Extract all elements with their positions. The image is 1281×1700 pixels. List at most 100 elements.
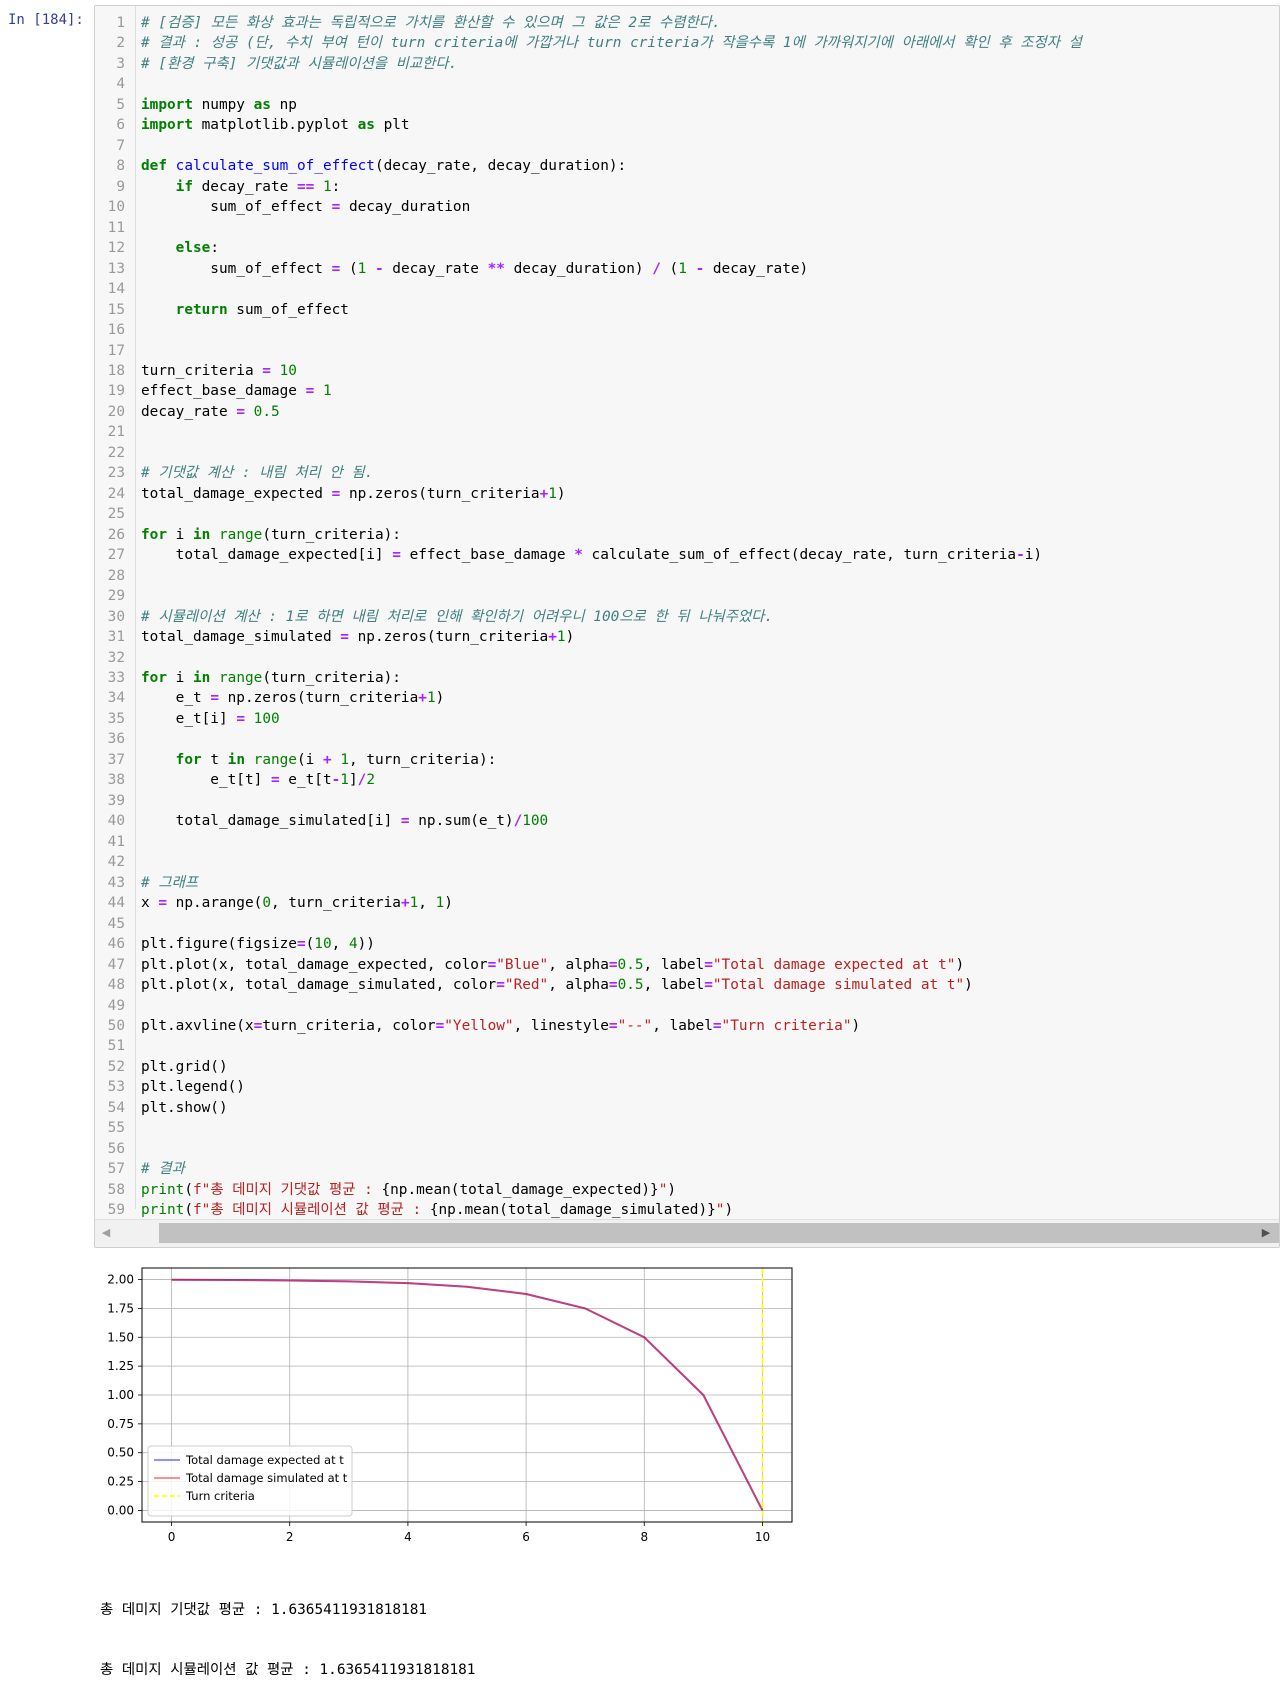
line-number: 42: [107, 854, 125, 871]
code-text: # 시뮬레이션 계산 : 1로 하면 내림 처리로 인해 확인하기 어려우니 1…: [141, 608, 774, 625]
cell-prompt: In [184]:: [8, 12, 84, 28]
code-line[interactable]: 13 sum_of_effect = (1 - decay_rate ** de…: [95, 259, 1279, 279]
code-line[interactable]: 4: [95, 74, 1279, 94]
line-number: 28: [107, 567, 125, 584]
code-line[interactable]: 55: [95, 1118, 1279, 1138]
code-line[interactable]: 48 plt.plot(x, total_damage_simulated, co…: [95, 975, 1279, 995]
scroll-left-icon[interactable]: ◀: [99, 1225, 113, 1241]
code-line[interactable]: 8 def calculate_sum_of_effect(decay_rate,…: [95, 156, 1279, 176]
code-line[interactable]: 28: [95, 566, 1279, 586]
code-line[interactable]: 22: [95, 443, 1279, 463]
line-number: 1: [116, 15, 125, 31]
code-line[interactable]: 38 e_t[t] = e_t[t-1]/2: [95, 770, 1279, 790]
line-number: 56: [107, 1140, 125, 1157]
code-line[interactable]: 15 return sum_of_effect: [95, 300, 1279, 320]
code-line[interactable]: 43 # 그래프: [95, 873, 1279, 893]
code-line[interactable]: 14: [95, 279, 1279, 299]
code-line[interactable]: 2 # 결과 : 성공 (단, 수치 부여 턴이 turn criteria에 가…: [95, 33, 1279, 53]
code-line[interactable]: 40 total_damage_simulated[i] = np.sum(e_…: [95, 811, 1279, 831]
code-text: if decay_rate == 1:: [175, 178, 341, 195]
scrollbar-thumb[interactable]: [159, 1223, 1279, 1243]
line-number: 41: [107, 833, 125, 850]
code-line[interactable]: 34 e_t = np.zeros(turn_criteria+1): [95, 688, 1279, 708]
code-line[interactable]: 57 # 결과: [95, 1159, 1279, 1179]
code-line[interactable]: 21: [95, 422, 1279, 442]
code-text: total_damage_simulated = np.zeros(turn_c…: [141, 629, 575, 646]
line-number: 55: [107, 1120, 125, 1137]
line-number: 14: [107, 281, 125, 298]
code-line[interactable]: 26 for i in range(turn_criteria):: [95, 525, 1279, 545]
code-line[interactable]: 1 # [검증] 모든 화상 효과는 독립적으로 가치를 환산할 수 있으며 그 …: [95, 13, 1279, 33]
scroll-right-icon[interactable]: ▶: [1259, 1225, 1273, 1241]
code-line[interactable]: 59 print(f"총 데미지 시뮬레이션 값 평균 : {np.mean(to…: [95, 1200, 1279, 1220]
code-line[interactable]: 3 # [환경 구축] 기댓값과 시뮬레이션을 비교한다.: [95, 54, 1279, 74]
code-line[interactable]: 46 plt.figure(figsize=(10, 4)): [95, 934, 1279, 954]
code-line[interactable]: 50 plt.axvline(x=turn_criteria, color="Ye…: [95, 1016, 1279, 1036]
line-number: 17: [107, 342, 125, 359]
code-line[interactable]: 12 else:: [95, 238, 1279, 258]
code-line[interactable]: 33 for i in range(turn_criteria):: [95, 668, 1279, 688]
horizontal-scrollbar[interactable]: ◀ ▶: [95, 1219, 1279, 1247]
code-line[interactable]: 49: [95, 996, 1279, 1016]
code-line[interactable]: 23 # 기댓값 계산 : 내림 처리 안 됨.: [95, 463, 1279, 483]
line-number: 29: [107, 588, 125, 605]
code-text: return sum_of_effect: [175, 301, 349, 318]
code-line[interactable]: 45: [95, 914, 1279, 934]
code-line[interactable]: 47 plt.plot(x, total_damage_expected, col…: [95, 955, 1279, 975]
line-number: 5: [116, 96, 125, 113]
code-line[interactable]: 25: [95, 504, 1279, 524]
code-text: # 기댓값 계산 : 내림 처리 안 됨.: [141, 465, 374, 482]
code-line[interactable]: 31 total_damage_simulated = np.zeros(turn…: [95, 627, 1279, 647]
code-line[interactable]: 16: [95, 320, 1279, 340]
code-line[interactable]: 20 decay_rate = 0.5: [95, 402, 1279, 422]
code-text: x = np.arange(0, turn_criteria+1, 1): [141, 895, 453, 912]
code-line[interactable]: 32: [95, 648, 1279, 668]
code-line[interactable]: 52 plt.grid(): [95, 1057, 1279, 1077]
code-text: plt.grid(): [141, 1058, 228, 1075]
code-text: # 결과: [141, 1161, 185, 1178]
code-line[interactable]: 30 # 시뮬레이션 계산 : 1로 하면 내림 처리로 인해 확인하기 어려우니…: [95, 607, 1279, 627]
code-line[interactable]: 54 plt.show(): [95, 1098, 1279, 1118]
code-line[interactable]: 11: [95, 218, 1279, 238]
code-line[interactable]: 24 total_damage_expected = np.zeros(turn_…: [95, 484, 1279, 504]
y-tick-label: 1.25: [107, 1359, 134, 1373]
code-line[interactable]: 29: [95, 586, 1279, 606]
code-line[interactable]: 56: [95, 1139, 1279, 1159]
code-line[interactable]: 17: [95, 341, 1279, 361]
code-line[interactable]: 58 print(f"총 데미지 기댓값 평균 : {np.mean(total_…: [95, 1180, 1279, 1200]
code-line[interactable]: 18 turn_criteria = 10: [95, 361, 1279, 381]
legend-label: Total damage expected at t: [185, 1453, 344, 1467]
code-cell[interactable]: 1 # [검증] 모든 화상 효과는 독립적으로 가치를 환산할 수 있으며 그 …: [94, 5, 1280, 1248]
y-tick-label: 0.50: [107, 1446, 134, 1460]
code-line[interactable]: 42: [95, 852, 1279, 872]
code-text: turn_criteria = 10: [141, 362, 297, 379]
y-tick-label: 2.00: [107, 1273, 134, 1287]
code-line[interactable]: 5 import numpy as np: [95, 95, 1279, 115]
code-line[interactable]: 9 if decay_rate == 1:: [95, 177, 1279, 197]
code-text: total_damage_expected[i] = effect_base_d…: [141, 547, 1043, 564]
line-number: 6: [116, 117, 125, 134]
code-line[interactable]: 39: [95, 791, 1279, 811]
code-line[interactable]: 6 import matplotlib.pyplot as plt: [95, 115, 1279, 135]
line-number: 9: [116, 178, 125, 195]
code-line[interactable]: 27 total_damage_expected[i] = effect_bas…: [95, 545, 1279, 565]
code-line[interactable]: 35 e_t[i] = 100: [95, 709, 1279, 729]
code-text: # [검증] 모든 화상 효과는 독립적으로 가치를 환산할 수 있으며 그 값…: [141, 15, 721, 31]
code-line[interactable]: 7: [95, 136, 1279, 156]
code-line[interactable]: 53 plt.legend(): [95, 1077, 1279, 1097]
line-number: 26: [107, 526, 125, 543]
code-line[interactable]: 36: [95, 729, 1279, 749]
output-line-simulated-mean: 총 데미지 시뮬레이션 값 평균 : 1.6365411931818181: [100, 1662, 476, 1678]
line-number: 32: [107, 649, 125, 666]
code-line[interactable]: 19 effect_base_damage = 1: [95, 381, 1279, 401]
code-line[interactable]: 41: [95, 832, 1279, 852]
cell-output: 총 데미지 기댓값 평균 : 1.6365411931818181 총 데미지 …: [100, 1560, 475, 1700]
code-line[interactable]: 44 x = np.arange(0, turn_criteria+1, 1): [95, 893, 1279, 913]
code-line[interactable]: 51: [95, 1036, 1279, 1056]
code-line[interactable]: 10 sum_of_effect = decay_duration: [95, 197, 1279, 217]
y-tick-label: 0.00: [107, 1503, 134, 1517]
line-number: 19: [107, 383, 125, 400]
y-tick-label: 1.00: [107, 1388, 134, 1402]
code-line[interactable]: 37 for t in range(i + 1, turn_criteria):: [95, 750, 1279, 770]
code-editor[interactable]: 1 # [검증] 모든 화상 효과는 독립적으로 가치를 환산할 수 있으며 그 …: [95, 13, 1279, 1221]
